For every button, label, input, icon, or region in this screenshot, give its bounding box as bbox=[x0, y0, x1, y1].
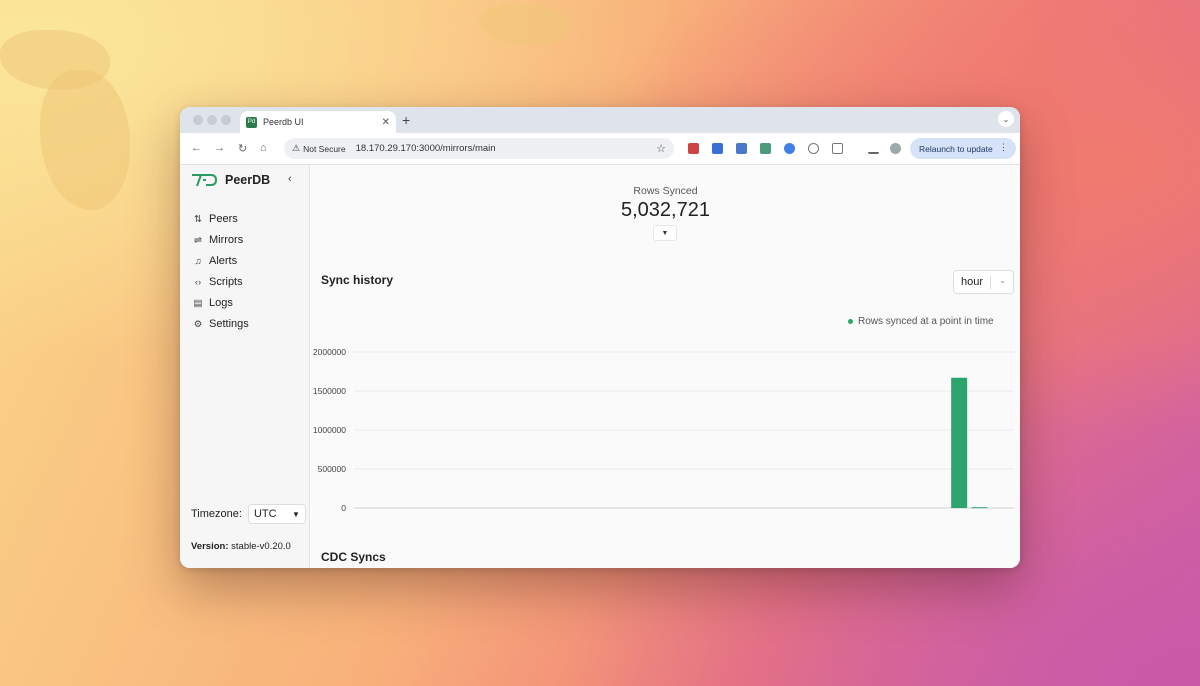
minimize-window-button[interactable] bbox=[207, 115, 217, 125]
granularity-value: hour bbox=[961, 276, 984, 288]
sidebar-item-label: Mirrors bbox=[209, 234, 244, 246]
browser-window: Pd Peerdb UI ✕ + ⌄ ← → ↻ ⌂ ⚠ Not Secure … bbox=[180, 107, 1020, 568]
address-bar[interactable]: ⚠ Not Secure 18.170.29.170:3000/mirrors/… bbox=[284, 138, 674, 159]
granularity-select[interactable]: hour ⌄ bbox=[953, 270, 1014, 294]
sidebar-item-label: Logs bbox=[209, 297, 233, 309]
peers-icon: ⇅ bbox=[194, 213, 202, 225]
timezone-control: Timezone: UTC ▼ bbox=[191, 504, 306, 524]
tab-search-chevron-icon[interactable]: ⌄ bbox=[998, 111, 1014, 127]
chevron-down-icon: ⌄ bbox=[999, 276, 1006, 285]
sidebar-item-logs[interactable]: ▤ Logs bbox=[192, 297, 233, 309]
select-separator bbox=[990, 276, 991, 289]
y-tick-label: 0 bbox=[341, 503, 346, 513]
reload-icon[interactable]: ↻ bbox=[238, 142, 247, 155]
extension-password-icon[interactable] bbox=[712, 143, 723, 154]
legend-swatch bbox=[848, 319, 853, 324]
close-window-button[interactable] bbox=[193, 115, 203, 125]
extension-sheet-icon[interactable] bbox=[760, 143, 771, 154]
tab-strip: Pd Peerdb UI ✕ + ⌄ bbox=[180, 107, 1020, 133]
sidebar: PeerDB ‹ ⇅ Peers ⇌ Mirrors ♫ Alerts ‹› S… bbox=[180, 165, 310, 568]
sync-history-title: Sync history bbox=[321, 273, 394, 287]
rows-synced-expand-button[interactable]: ▼ bbox=[653, 225, 677, 241]
brand[interactable]: PeerDB bbox=[191, 172, 270, 188]
y-tick-label: 1500000 bbox=[313, 386, 346, 396]
y-tick-label: 500000 bbox=[318, 464, 347, 474]
maximize-window-button[interactable] bbox=[221, 115, 231, 125]
sidebar-item-label: Alerts bbox=[209, 255, 238, 267]
profile-avatar-icon[interactable] bbox=[890, 143, 901, 154]
code-icon: ‹› bbox=[194, 276, 202, 288]
bell-icon: ♫ bbox=[194, 255, 202, 267]
forward-arrow-icon[interactable]: → bbox=[214, 142, 225, 154]
browser-tab[interactable]: Pd Peerdb UI ✕ bbox=[240, 111, 396, 133]
peerdb-favicon-icon: Pd bbox=[246, 116, 257, 128]
timezone-label: Timezone: bbox=[191, 508, 242, 520]
peerdb-logo-icon bbox=[192, 174, 217, 187]
sidebar-item-scripts[interactable]: ‹› Scripts bbox=[192, 276, 243, 288]
url-text: 18.170.29.170:3000/mirrors/main bbox=[355, 143, 496, 154]
extension-bookmark-icon[interactable] bbox=[736, 143, 747, 154]
version-value: stable-v0.20.0 bbox=[231, 541, 291, 552]
security-label: Not Secure bbox=[303, 143, 346, 154]
browser-toolbar: ← → ↻ ⌂ ⚠ Not Secure 18.170.29.170:3000/… bbox=[180, 133, 1020, 165]
close-tab-icon[interactable]: ✕ bbox=[382, 117, 390, 128]
gear-icon: ⚙ bbox=[193, 318, 203, 330]
mirrors-icon: ⇌ bbox=[194, 234, 202, 246]
sync-history-chart: 0500000100000015000002000000Dec 8th 10:0… bbox=[313, 347, 1014, 513]
home-icon[interactable]: ⌂ bbox=[260, 142, 267, 154]
main-content: Rows Synced 5,032,721 ▼ Sync history hou… bbox=[311, 165, 1020, 568]
y-tick-label: 1000000 bbox=[313, 425, 346, 435]
background-blob bbox=[40, 70, 130, 210]
logs-icon: ▤ bbox=[193, 297, 203, 309]
download-icon[interactable] bbox=[868, 143, 879, 154]
chevron-down-icon: ▼ bbox=[292, 509, 300, 519]
rows-synced-label: Rows Synced bbox=[633, 185, 698, 197]
security-indicator[interactable]: ⚠ Not Secure bbox=[292, 143, 346, 154]
extensions-puzzle-icon[interactable] bbox=[832, 143, 843, 154]
collapse-sidebar-chevron-icon[interactable]: ‹ bbox=[288, 173, 292, 185]
browser-menu-icon[interactable]: ⋮ bbox=[999, 142, 1008, 153]
rows-synced-value: 5,032,721 bbox=[621, 199, 710, 221]
version-label: Version: bbox=[191, 541, 229, 552]
version-info: Version: stable-v0.20.0 bbox=[191, 541, 291, 552]
sidebar-item-label: Scripts bbox=[209, 276, 243, 288]
chart-legend: Rows synced at a point in time bbox=[848, 316, 994, 327]
timezone-select[interactable]: UTC ▼ bbox=[247, 504, 306, 524]
background-blob bbox=[480, 5, 570, 45]
cdc-syncs-title: CDC Syncs bbox=[321, 550, 386, 564]
sidebar-item-mirrors[interactable]: ⇌ Mirrors bbox=[192, 234, 243, 246]
sidebar-item-label: Peers bbox=[209, 213, 238, 225]
tab-title: Peerdb UI bbox=[263, 117, 304, 127]
back-arrow-icon[interactable]: ← bbox=[191, 142, 202, 154]
new-tab-button[interactable]: + bbox=[402, 112, 410, 128]
extension-timer-icon[interactable] bbox=[808, 143, 819, 154]
y-tick-label: 2000000 bbox=[313, 347, 346, 357]
relaunch-label: Relaunch to update bbox=[919, 143, 993, 154]
timezone-value: UTC bbox=[253, 508, 277, 520]
extension-shield-icon[interactable] bbox=[688, 143, 699, 154]
sidebar-item-alerts[interactable]: ♫ Alerts bbox=[192, 255, 237, 267]
data-bar bbox=[971, 507, 988, 509]
sidebar-item-label: Settings bbox=[209, 318, 249, 330]
warning-icon: ⚠ bbox=[292, 143, 301, 153]
bookmark-star-icon[interactable]: ☆ bbox=[656, 142, 666, 155]
relaunch-to-update-button[interactable]: Relaunch to update ⋮ bbox=[910, 138, 1016, 159]
data-bar bbox=[951, 377, 968, 508]
extension-globe-icon[interactable] bbox=[784, 143, 795, 154]
sidebar-item-peers[interactable]: ⇅ Peers bbox=[192, 213, 238, 225]
sidebar-item-settings[interactable]: ⚙ Settings bbox=[192, 318, 249, 330]
legend-label: Rows synced at a point in time bbox=[858, 316, 994, 327]
brand-name: PeerDB bbox=[225, 173, 271, 187]
